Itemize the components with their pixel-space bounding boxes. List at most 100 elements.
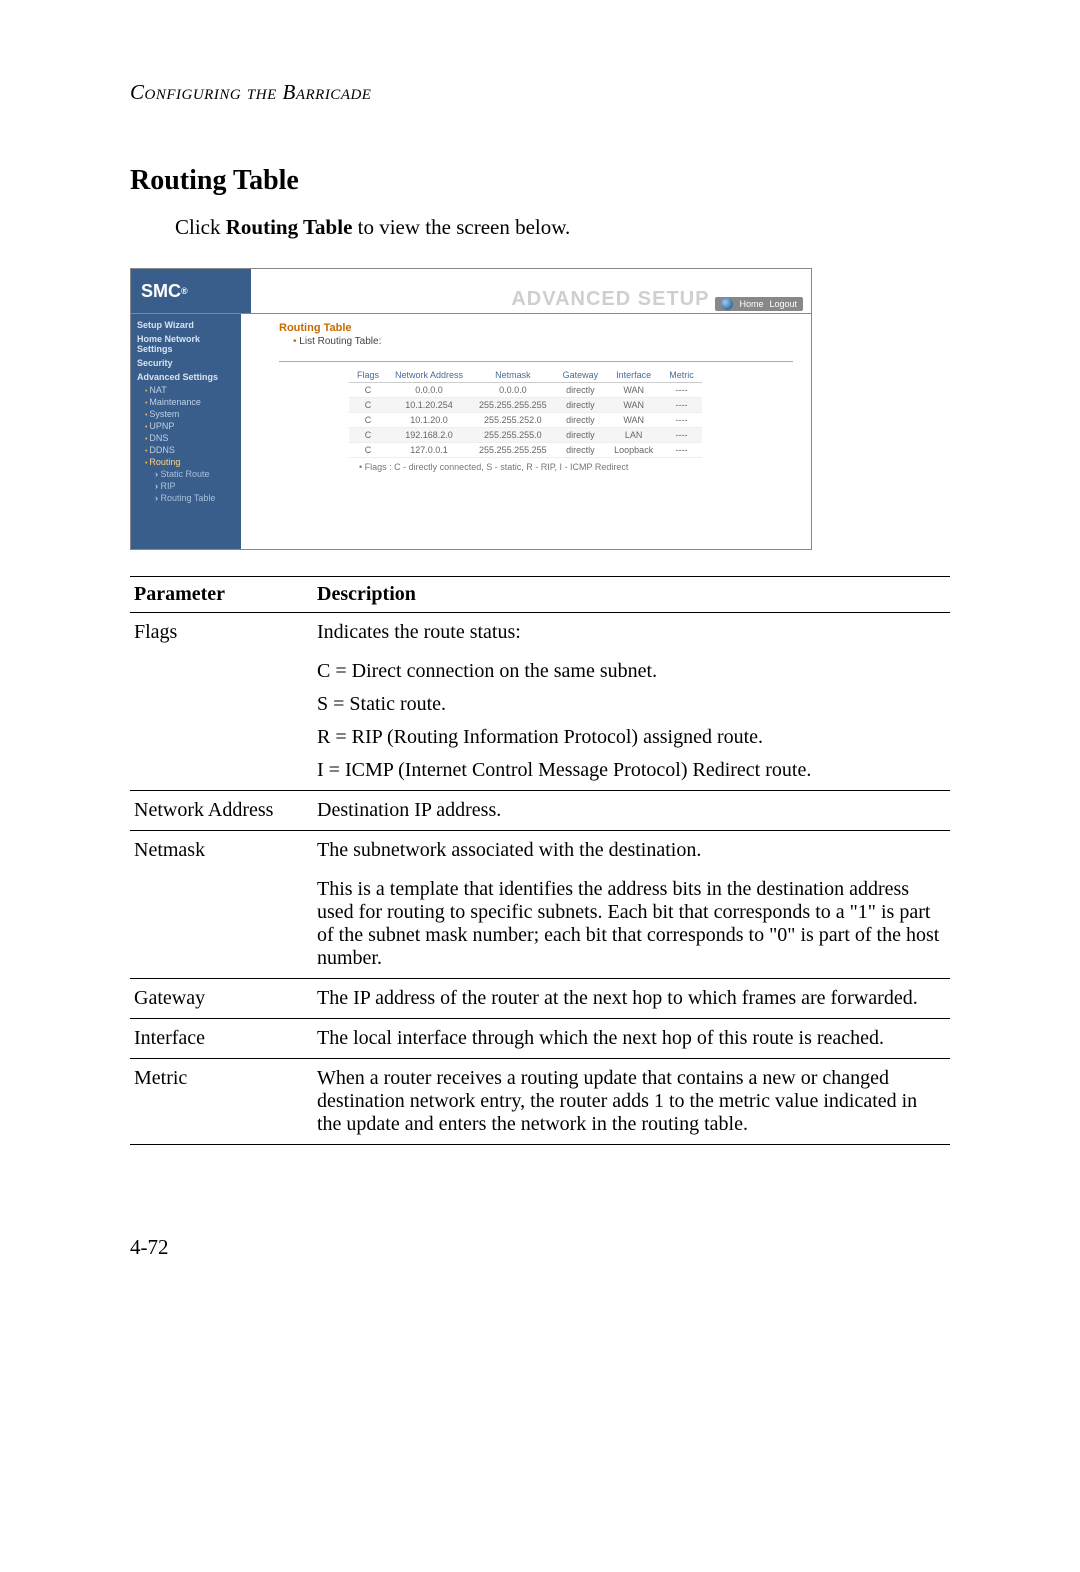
cell-netaddr: 10.1.20.254	[387, 398, 471, 413]
th-netaddr: Network Address	[387, 368, 471, 383]
cell-metric: ----	[661, 383, 702, 398]
sidebar-advanced-settings[interactable]: Advanced Settings	[131, 370, 241, 384]
running-header: Configuring the Barricade	[130, 80, 950, 105]
header-links: Home Logout	[715, 297, 803, 311]
router-screenshot: SMC® ADVANCED SETUP Home Logout Setup Wi…	[130, 268, 812, 550]
flags-c: C = Direct connection on the same subnet…	[317, 660, 946, 683]
param-flags-label: Flags	[130, 613, 313, 653]
intro-suffix: to view the screen below.	[352, 215, 570, 239]
cell-metric: ----	[661, 428, 702, 443]
cell-netaddr: 192.168.2.0	[387, 428, 471, 443]
sidebar-item-ddns[interactable]: DDNS	[131, 444, 241, 456]
cell-interface: Loopback	[606, 443, 661, 458]
table-row: C 10.1.20.0 255.255.252.0 directly WAN -…	[349, 413, 702, 428]
cell-netmask: 255.255.255.0	[471, 428, 555, 443]
param-netaddr-desc: Destination IP address.	[313, 791, 950, 831]
sidebar-item-upnp[interactable]: UPNP	[131, 420, 241, 432]
param-interface-desc: The local interface through which the ne…	[313, 1019, 950, 1059]
param-gateway-desc: The IP address of the router at the next…	[313, 979, 950, 1019]
cell-interface: WAN	[606, 413, 661, 428]
param-netmask-label: Netmask	[130, 831, 313, 871]
logo: SMC®	[131, 269, 251, 313]
main-panel: Routing Table List Routing Table: Flags …	[255, 314, 811, 549]
panel-subtitle: List Routing Table:	[293, 336, 801, 347]
globe-icon	[721, 298, 733, 310]
cell-netmask: 255.255.255.255	[471, 398, 555, 413]
table-row: C 127.0.0.1 255.255.255.255 directly Loo…	[349, 443, 702, 458]
flags-note: Flags : C - directly connected, S - stat…	[359, 462, 801, 472]
flags-s: S = Static route.	[317, 693, 946, 716]
th-interface: Interface	[606, 368, 661, 383]
param-netmask-desc1: The subnetwork associated with the desti…	[313, 831, 950, 871]
cell-metric: ----	[661, 398, 702, 413]
cell-netmask: 0.0.0.0	[471, 383, 555, 398]
param-interface-label: Interface	[130, 1019, 313, 1059]
cell-netmask: 255.255.252.0	[471, 413, 555, 428]
cell-gateway: directly	[555, 443, 607, 458]
intro-text: Click Routing Table to view the screen b…	[175, 215, 950, 240]
logo-text: SMC	[141, 281, 181, 302]
flags-i: I = ICMP (Internet Control Message Proto…	[317, 759, 946, 782]
cell-netmask: 255.255.255.255	[471, 443, 555, 458]
param-flags-desc2: C = Direct connection on the same subnet…	[313, 652, 950, 791]
param-header-description: Description	[313, 577, 950, 613]
panel-divider	[279, 361, 793, 362]
table-row: C 0.0.0.0 0.0.0.0 directly WAN ----	[349, 383, 702, 398]
sidebar-security[interactable]: Security	[131, 356, 241, 370]
cell-flags: C	[349, 443, 387, 458]
param-flags-desc1: Indicates the route status:	[313, 613, 950, 653]
table-row: C 192.168.2.0 255.255.255.0 directly LAN…	[349, 428, 702, 443]
panel-title: Routing Table	[279, 322, 801, 334]
router-header: SMC® ADVANCED SETUP Home Logout	[131, 269, 811, 313]
param-netaddr-label: Network Address	[130, 791, 313, 831]
cell-gateway: directly	[555, 428, 607, 443]
cell-gateway: directly	[555, 383, 607, 398]
param-header-parameter: Parameter	[130, 577, 313, 613]
sidebar-setup-wizard[interactable]: Setup Wizard	[131, 318, 241, 332]
cell-flags: C	[349, 398, 387, 413]
advanced-setup-label: ADVANCED SETUP	[511, 288, 709, 311]
parameter-table: Parameter Description Flags Indicates th…	[130, 576, 950, 1145]
param-gateway-label: Gateway	[130, 979, 313, 1019]
cell-flags: C	[349, 383, 387, 398]
sidebar-item-system[interactable]: System	[131, 408, 241, 420]
cell-metric: ----	[661, 443, 702, 458]
cell-metric: ----	[661, 413, 702, 428]
page-number: 4-72	[130, 1235, 950, 1260]
param-netmask-desc2: This is a template that identifies the a…	[313, 870, 950, 979]
param-metric-desc: When a router receives a routing update …	[313, 1059, 950, 1145]
flags-r: R = RIP (Routing Information Protocol) a…	[317, 726, 946, 749]
sidebar: Setup Wizard Home Network Settings Secur…	[131, 314, 241, 549]
cell-gateway: directly	[555, 413, 607, 428]
sidebar-sub-rip[interactable]: RIP	[131, 480, 241, 492]
cell-flags: C	[349, 428, 387, 443]
cell-netaddr: 0.0.0.0	[387, 383, 471, 398]
sidebar-home-network[interactable]: Home Network Settings	[131, 332, 241, 356]
cell-flags: C	[349, 413, 387, 428]
th-gateway: Gateway	[555, 368, 607, 383]
sidebar-item-maintenance[interactable]: Maintenance	[131, 396, 241, 408]
cell-interface: WAN	[606, 383, 661, 398]
section-title: Routing Table	[130, 165, 950, 197]
intro-bold: Routing Table	[226, 215, 353, 239]
th-metric: Metric	[661, 368, 702, 383]
cell-gateway: directly	[555, 398, 607, 413]
table-row: C 10.1.20.254 255.255.255.255 directly W…	[349, 398, 702, 413]
sidebar-item-routing[interactable]: Routing	[131, 456, 241, 468]
cell-interface: WAN	[606, 398, 661, 413]
routing-table: Flags Network Address Netmask Gateway In…	[349, 368, 702, 458]
th-flags: Flags	[349, 368, 387, 383]
cell-netaddr: 10.1.20.0	[387, 413, 471, 428]
sidebar-item-dns[interactable]: DNS	[131, 432, 241, 444]
th-netmask: Netmask	[471, 368, 555, 383]
param-metric-label: Metric	[130, 1059, 313, 1145]
cell-interface: LAN	[606, 428, 661, 443]
sidebar-sub-static-route[interactable]: Static Route	[131, 468, 241, 480]
cell-netaddr: 127.0.0.1	[387, 443, 471, 458]
logo-reg: ®	[181, 286, 188, 296]
intro-prefix: Click	[175, 215, 226, 239]
logout-link[interactable]: Logout	[769, 299, 797, 309]
sidebar-item-nat[interactable]: NAT	[131, 384, 241, 396]
home-link[interactable]: Home	[739, 299, 763, 309]
sidebar-sub-routing-table[interactable]: Routing Table	[131, 492, 241, 504]
